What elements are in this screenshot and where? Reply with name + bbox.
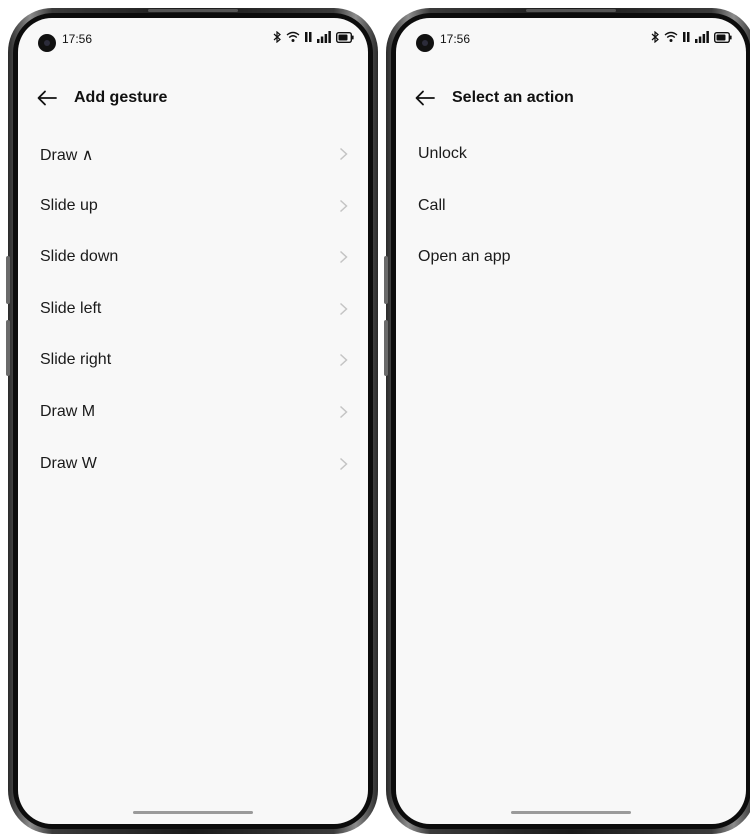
battery-icon <box>714 31 732 43</box>
list-item-label: Unlock <box>418 145 467 162</box>
add-gesture-screen: 17:56 Add gesture Draw ∧ Slide up Slide … <box>18 18 368 824</box>
front-camera <box>38 34 56 52</box>
mobile-data-icon <box>683 32 690 42</box>
page-title: Select an action <box>452 89 574 106</box>
list-item-label: Draw M <box>40 402 96 420</box>
chevron-right-icon <box>339 147 348 161</box>
status-bar: 17:56 <box>18 18 368 64</box>
volume-button <box>6 320 10 376</box>
list-item-label: Call <box>418 196 446 214</box>
volume-button <box>384 320 388 376</box>
earpiece-speaker <box>148 9 238 12</box>
page-title: Add gesture <box>74 89 168 106</box>
select-action-screen: 17:56 Select an action Unlock Call Open … <box>396 18 746 824</box>
bluetooth-icon <box>651 31 659 43</box>
app-bar: Select an action <box>396 78 746 118</box>
chevron-right-icon <box>339 457 348 470</box>
gesture-item-slide-left[interactable]: Slide left <box>18 283 368 335</box>
action-item-call[interactable]: Call <box>396 180 746 232</box>
chevron-right-icon <box>339 302 348 315</box>
signal-bars-icon <box>695 31 709 43</box>
action-item-open-app[interactable]: Open an app <box>396 231 746 283</box>
battery-icon <box>336 31 354 43</box>
wifi-icon <box>664 31 678 42</box>
home-indicator[interactable] <box>133 811 253 814</box>
list-item-label: Draw ∧ <box>40 147 94 164</box>
left-phone-frame: 17:56 Add gesture Draw ∧ Slide up Slide … <box>6 8 378 834</box>
gesture-list: Draw ∧ Slide up Slide down Slide left Sl… <box>18 128 368 489</box>
list-item-label: Slide up <box>40 196 98 214</box>
chevron-right-icon <box>339 251 348 264</box>
signal-bars-icon <box>317 31 331 43</box>
status-icons <box>273 31 354 43</box>
gesture-item-slide-down[interactable]: Slide down <box>18 231 368 283</box>
action-list: Unlock Call Open an app <box>396 128 746 283</box>
chevron-right-icon <box>339 405 348 419</box>
home-indicator[interactable] <box>511 811 631 814</box>
list-item-label: Draw W <box>40 454 97 472</box>
arrow-left-icon[interactable] <box>36 88 58 108</box>
gesture-item-draw-m[interactable]: Draw M <box>18 386 368 438</box>
volume-button <box>384 256 388 304</box>
arrow-left-icon[interactable] <box>414 88 436 108</box>
earpiece-speaker <box>526 9 616 12</box>
gesture-item-slide-right[interactable]: Slide right <box>18 334 368 386</box>
mobile-data-icon <box>305 32 312 42</box>
right-phone-frame: 17:56 Select an action Unlock Call Open … <box>384 8 750 834</box>
list-item-label: Slide down <box>40 248 119 266</box>
gesture-item-draw-caret[interactable]: Draw ∧ <box>18 128 368 180</box>
chevron-right-icon <box>339 354 348 367</box>
status-time: 17:56 <box>440 32 471 46</box>
action-item-unlock[interactable]: Unlock <box>396 128 746 180</box>
wifi-icon <box>286 31 300 42</box>
bluetooth-icon <box>273 31 281 43</box>
front-camera <box>416 34 434 52</box>
volume-button <box>6 256 10 304</box>
app-bar: Add gesture <box>18 78 368 118</box>
list-item-label: Slide right <box>40 351 112 369</box>
gesture-item-slide-up[interactable]: Slide up <box>18 180 368 232</box>
gesture-item-draw-w[interactable]: Draw W <box>18 438 368 490</box>
chevron-right-icon <box>339 199 348 212</box>
status-time: 17:56 <box>62 32 93 46</box>
status-icons <box>651 31 732 43</box>
status-bar: 17:56 <box>396 18 746 64</box>
list-item-label: Open an app <box>418 248 511 266</box>
list-item-label: Slide left <box>40 299 102 317</box>
